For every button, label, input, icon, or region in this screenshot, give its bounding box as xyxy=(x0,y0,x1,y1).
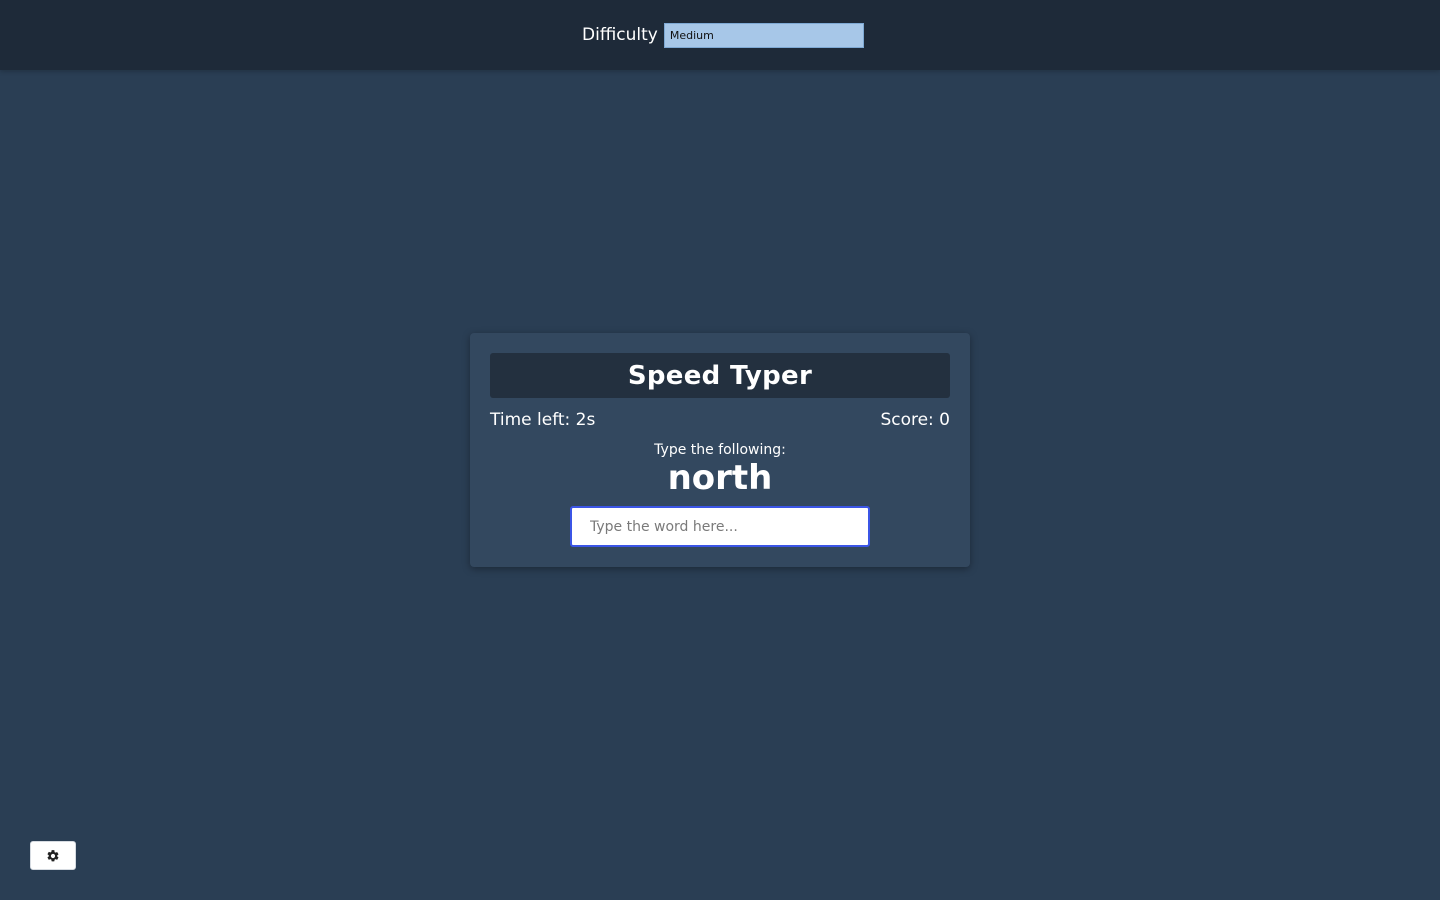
word-input[interactable] xyxy=(570,506,870,547)
top-bar: Difficulty Medium xyxy=(0,0,1440,70)
time-left: Time left: 2s xyxy=(490,410,596,430)
difficulty-select[interactable]: Medium xyxy=(663,23,864,48)
difficulty-control: Difficulty Medium xyxy=(582,23,864,48)
game-card: Speed Typer Time left: 2s Score: 0 Type … xyxy=(470,333,970,567)
target-word: north xyxy=(667,458,773,498)
score: Score: 0 xyxy=(880,410,950,430)
difficulty-label: Difficulty xyxy=(582,25,658,45)
difficulty-selected-value: Medium xyxy=(669,29,714,42)
settings-button[interactable] xyxy=(30,841,76,870)
gear-icon xyxy=(47,849,59,861)
title-bar: Speed Typer xyxy=(490,353,950,398)
game-title: Speed Typer xyxy=(627,360,813,391)
